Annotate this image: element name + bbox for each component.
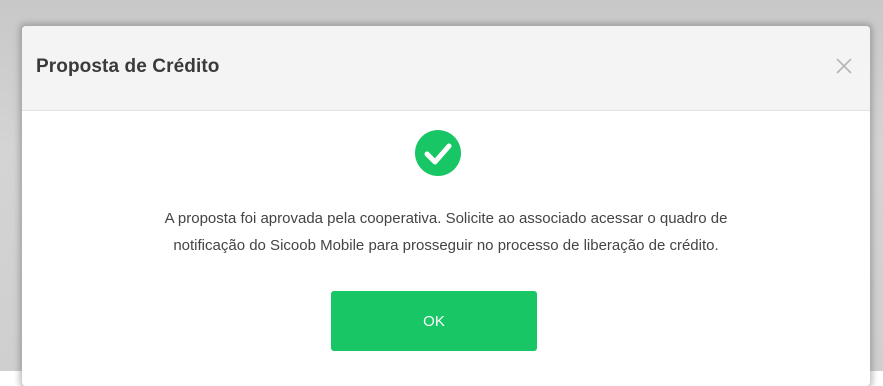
- close-icon: [836, 58, 852, 74]
- credit-proposal-dialog: Proposta de Crédito A proposta foi aprov…: [22, 26, 870, 386]
- check-circle-icon: [415, 130, 461, 176]
- ok-button[interactable]: OK: [331, 291, 537, 351]
- dialog-message: A proposta foi aprovada pela cooperativa…: [62, 205, 830, 259]
- message-line-1: A proposta foi aprovada pela cooperativa…: [164, 210, 728, 227]
- close-button[interactable]: [830, 52, 858, 80]
- dialog-header: Proposta de Crédito: [22, 26, 870, 111]
- ok-button-label: OK: [423, 312, 445, 330]
- message-line-2: notificação do Sicoob Mobile para prosse…: [173, 237, 719, 254]
- dialog-body: A proposta foi aprovada pela cooperativa…: [22, 111, 870, 386]
- dialog-title: Proposta de Crédito: [36, 56, 220, 77]
